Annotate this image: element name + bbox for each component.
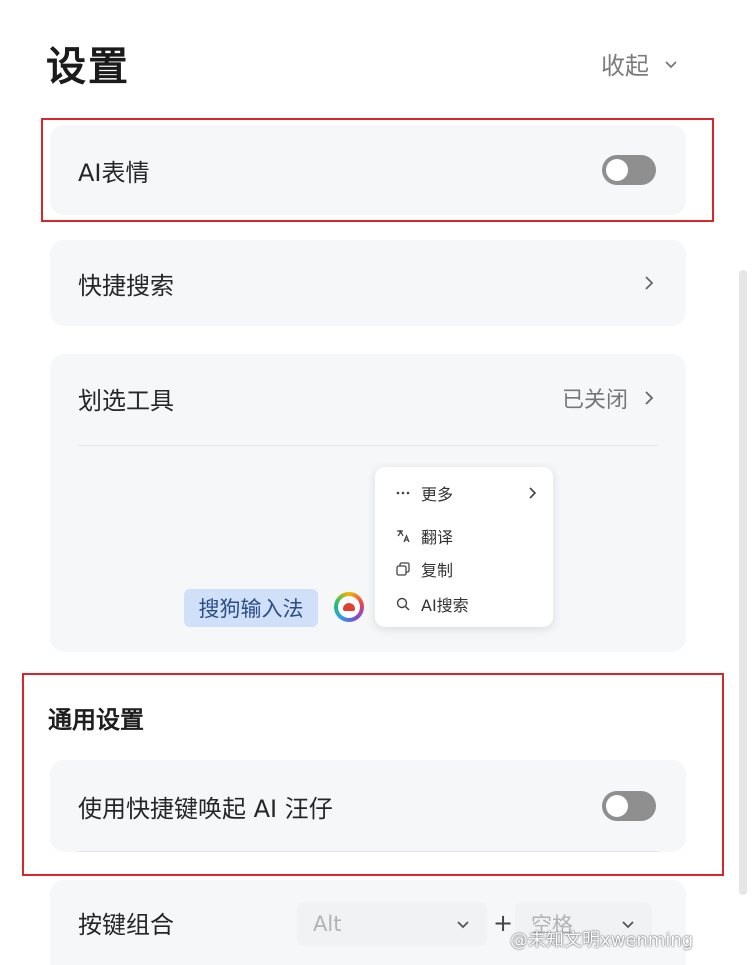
sogou-logo-icon: [334, 592, 364, 622]
selection-tool-card: 划选工具 已关闭: [50, 354, 686, 652]
popup-item-copy: 复制: [395, 557, 537, 581]
translate-icon: [395, 528, 411, 544]
quick-search-label: 快捷搜索: [78, 271, 174, 300]
selection-tool-row[interactable]: 划选工具 已关闭: [50, 354, 686, 442]
popup-item-more: 更多: [395, 481, 537, 505]
chevron-down-icon: [457, 921, 469, 929]
modifier-key-select[interactable]: Alt: [297, 902, 487, 946]
collapse-button[interactable]: 收起: [601, 46, 679, 81]
highlight-box-general-settings: [22, 673, 724, 876]
popup-item-label: 更多: [421, 485, 454, 504]
highlight-box-ai-emoji: [41, 118, 714, 222]
collapse-label: 收起: [601, 52, 649, 80]
popup-item-translate: 翻译: [395, 524, 537, 548]
selection-popup-menu: 更多 翻译 复制 AI搜索: [375, 467, 553, 627]
copy-icon: [395, 561, 411, 577]
chevron-right-icon: [645, 276, 654, 290]
divider: [78, 445, 658, 446]
popup-item-label: 翻译: [421, 528, 454, 547]
page-title: 设置: [46, 44, 130, 90]
selection-tool-status: 已关闭: [561, 388, 628, 413]
chevron-right-icon: [529, 487, 537, 499]
chevron-down-icon: [665, 60, 677, 68]
quick-search-card[interactable]: 快捷搜索: [50, 240, 686, 326]
watermark-text: @未知文明xwenming: [510, 930, 694, 951]
selected-text-preview: 搜狗输入法: [184, 589, 318, 627]
scrollbar[interactable]: [739, 270, 747, 895]
search-icon: [395, 596, 411, 612]
more-icon: [395, 485, 411, 501]
popup-item-label: AI搜索: [421, 596, 469, 615]
quick-search-row[interactable]: 快捷搜索: [50, 240, 686, 326]
modifier-key-value: Alt: [313, 912, 342, 936]
watermark: @未知文明xwenming: [510, 926, 693, 952]
chevron-right-icon: [645, 391, 654, 405]
popup-item-ai-search: AI搜索: [395, 592, 537, 616]
popup-item-label: 复制: [421, 561, 454, 580]
selection-tool-label: 划选工具: [78, 386, 174, 415]
